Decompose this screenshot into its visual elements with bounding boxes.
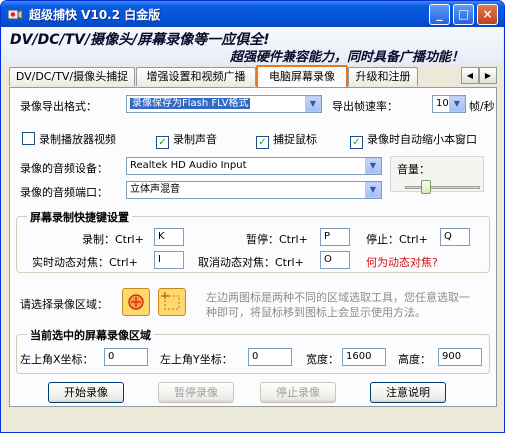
crosshair-icon xyxy=(128,294,144,310)
drag-rectangle-icon xyxy=(161,292,180,310)
checkbox-label: 录制声音 xyxy=(173,133,217,146)
tab-enhanced-broadcast[interactable]: 增强设置和视频广播 xyxy=(136,67,256,86)
region-select-tool-1[interactable] xyxy=(122,288,150,316)
audio-device-label: 录像的音频设备： xyxy=(20,162,108,175)
chevron-down-icon[interactable]: ▼ xyxy=(449,96,465,112)
dynamic-focus-help-link[interactable]: 何为动态对焦? xyxy=(366,254,438,270)
fps-value: 10 xyxy=(436,98,449,109)
checkbox-record-player[interactable]: 录制播放器视频 xyxy=(22,131,116,146)
tab-strip: DV/DC/TV/摄像头捕捉 增强设置和视频广播 电脑屏幕录像 升级和注册 ◀ … xyxy=(9,65,497,87)
stop-record-button[interactable]: 停止录像 xyxy=(260,382,336,403)
height-input[interactable]: 900 xyxy=(438,348,482,366)
checkbox-label: 录像时自动缩小本窗口 xyxy=(367,133,477,146)
maximize-button[interactable]: □ xyxy=(453,4,474,25)
check-icon[interactable]: ✓ xyxy=(350,136,363,149)
chevron-down-icon[interactable]: ▼ xyxy=(305,96,321,112)
volume-label: 音量： xyxy=(397,163,430,176)
track-hotkey-label: 实时动态对焦：Ctrl+ xyxy=(32,256,138,269)
checkbox-label: 捕捉鼠标 xyxy=(273,133,317,146)
checkbox-box[interactable] xyxy=(22,132,35,145)
title-bar[interactable]: 超级捕快 V10.2 白金版 _ □ × xyxy=(1,1,504,27)
region-select-tool-2[interactable] xyxy=(158,288,186,316)
format-label: 录像导出格式： xyxy=(20,100,97,113)
audio-port-select[interactable]: 立体声混音 ▼ xyxy=(126,181,382,199)
current-region-title: 当前选中的屏幕录像区域 xyxy=(27,327,154,343)
y-coord-label: 左上角Y坐标： xyxy=(160,353,233,366)
checkbox-auto-minimize[interactable]: ✓ 录像时自动缩小本窗口 xyxy=(350,131,477,149)
app-camera-icon xyxy=(7,9,23,20)
pause-hotkey-label: 暂停：Ctrl+ xyxy=(246,233,308,246)
record-hotkey-input[interactable]: K xyxy=(154,228,184,246)
volume-slider-track[interactable] xyxy=(405,186,480,189)
checkbox-label: 录制播放器视频 xyxy=(39,133,116,146)
start-record-button[interactable]: 开始录像 xyxy=(48,382,124,403)
format-select[interactable]: 录像保存为Flash FLV格式 ▼ xyxy=(126,95,322,113)
minimize-button[interactable]: _ xyxy=(429,4,450,25)
pause-hotkey-input[interactable]: P xyxy=(320,228,350,246)
x-coord-input[interactable]: 0 xyxy=(104,348,148,366)
format-value: 录像保存为Flash FLV格式 xyxy=(130,98,251,109)
stop-hotkey-label: 停止：Ctrl+ xyxy=(366,233,428,246)
cancel-track-hotkey-label: 取消动态对焦：Ctrl+ xyxy=(198,256,304,269)
cancel-track-hotkey-input[interactable]: O xyxy=(320,251,350,269)
chevron-down-icon[interactable]: ▼ xyxy=(365,182,381,198)
checkbox-capture-mouse[interactable]: ✓ 捕捉鼠标 xyxy=(256,131,317,149)
window-title: 超级捕快 V10.2 白金版 xyxy=(29,8,161,22)
tab-scroll-left-icon[interactable]: ◀ xyxy=(461,67,479,84)
check-icon[interactable]: ✓ xyxy=(156,136,169,149)
region-hint: 左边两图标是两种不同的区域选取工具，您任意选取一种即可，将鼠标移到图标上会显示使… xyxy=(206,291,470,319)
tab-dv-capture[interactable]: DV/DC/TV/摄像头捕捉 xyxy=(9,67,135,86)
tab-screen-record[interactable]: 电脑屏幕录像 xyxy=(256,65,348,87)
region-label: 请选择录像区域： xyxy=(20,298,108,311)
tab-upgrade-register[interactable]: 升级和注册 xyxy=(348,67,418,86)
stop-hotkey-input[interactable]: Q xyxy=(440,228,470,246)
pause-record-button[interactable]: 暂停录像 xyxy=(158,382,234,403)
check-icon[interactable]: ✓ xyxy=(256,136,269,149)
record-hotkey-label: 录制：Ctrl+ xyxy=(82,233,144,246)
width-input[interactable]: 1600 xyxy=(342,348,386,366)
help-notes-button[interactable]: 注意说明 xyxy=(370,382,446,403)
volume-control: 音量： xyxy=(390,156,484,194)
track-hotkey-input[interactable]: I xyxy=(154,251,184,269)
height-label: 高度： xyxy=(398,353,431,366)
volume-slider-thumb[interactable] xyxy=(421,180,432,194)
audio-device-select[interactable]: Realtek HD Audio Input ▼ xyxy=(126,157,382,175)
app-window: 超级捕快 V10.2 白金版 _ □ × DV/DC/TV/摄像头/屏幕录像等一… xyxy=(0,0,505,433)
banner-line-2: 超强硬件兼容能力，同时具备广播功能！ xyxy=(230,50,465,65)
promo-banner: DV/DC/TV/摄像头/屏幕录像等一应俱全! 超强硬件兼容能力，同时具备广播功… xyxy=(2,27,503,65)
x-coord-label: 左上角X坐标： xyxy=(20,353,94,366)
fps-unit: 帧/秒 xyxy=(469,100,495,113)
y-coord-input[interactable]: 0 xyxy=(248,348,292,366)
audio-port-label: 录像的音频端口： xyxy=(20,186,108,199)
tab-scroll-right-icon[interactable]: ▶ xyxy=(479,67,497,84)
fps-label: 导出帧速率： xyxy=(332,100,398,113)
width-label: 宽度： xyxy=(306,353,339,366)
fps-select[interactable]: 10 ▼ xyxy=(432,95,466,113)
checkbox-record-sound[interactable]: ✓ 录制声音 xyxy=(156,131,217,149)
chevron-down-icon[interactable]: ▼ xyxy=(365,158,381,174)
hotkey-group-title: 屏幕录制快捷键设置 xyxy=(27,209,132,225)
screen-record-panel: 录像导出格式： 录像保存为Flash FLV格式 ▼ 导出帧速率： 10 ▼ 帧… xyxy=(9,87,497,407)
close-button[interactable]: × xyxy=(477,4,498,25)
audio-port-value: 立体声混音 xyxy=(130,184,180,195)
tab-scroll: ◀ ▶ xyxy=(457,67,497,84)
audio-device-value: Realtek HD Audio Input xyxy=(130,160,247,171)
